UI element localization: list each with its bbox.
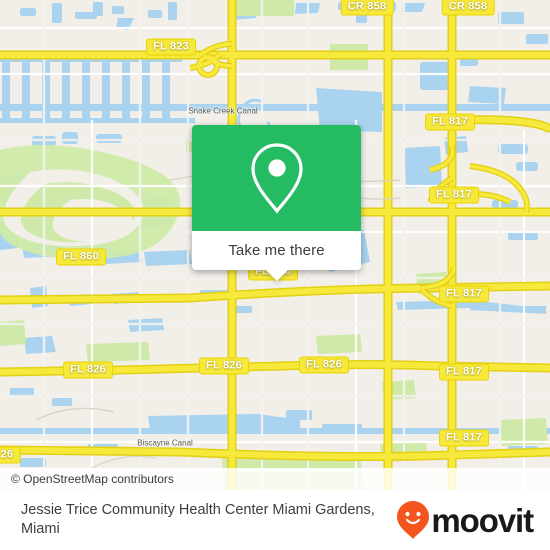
road-shield: FL 817 <box>439 429 489 447</box>
road-shield: FL 817 <box>425 113 475 131</box>
popup-header <box>192 125 361 231</box>
road-shield: FL 826 <box>299 356 349 374</box>
road-shield: FL 817 <box>439 285 489 303</box>
water-label: Snake Creek Canal <box>188 106 258 116</box>
footer-bar: Jessie Trice Community Health Center Mia… <box>0 490 550 550</box>
road-shield: CR 858 <box>340 0 394 16</box>
road-shield: FL 823 <box>146 38 196 56</box>
map-attribution-bar: © OpenStreetMap contributors <box>0 468 550 490</box>
map-pin-icon <box>250 143 303 214</box>
water-label: Biscayne Canal <box>137 438 193 448</box>
moovit-logo[interactable]: moovit <box>396 500 534 540</box>
moovit-map-screenshot: CR 858 CR 858 FL 823 FL 817 FL 817 FL 860 FL 8… <box>0 0 550 550</box>
road-shield: 26 <box>0 446 21 464</box>
map-canvas[interactable]: CR 858 CR 858 FL 823 FL 817 FL 817 FL 860 FL 8… <box>0 0 550 490</box>
road-shield: FL 826 <box>199 357 249 375</box>
road-shield: FL 817 <box>429 186 479 204</box>
place-title: Jessie Trice Community Health Center Mia… <box>21 502 375 537</box>
attribution-text[interactable]: © OpenStreetMap contributors <box>0 472 174 486</box>
road-shield: FL 860 <box>56 248 106 266</box>
moovit-smiley-pin-icon <box>397 501 430 539</box>
popup-tail <box>265 270 288 281</box>
take-me-there-button[interactable]: Take me there <box>192 231 361 270</box>
location-popup-card[interactable]: Take me there <box>192 125 361 281</box>
moovit-wordmark: moovit <box>431 501 534 539</box>
road-shield: FL 826 <box>63 361 113 379</box>
take-me-there-label: Take me there <box>228 242 325 259</box>
road-shield: CR 858 <box>441 0 495 16</box>
road-shield: FL 817 <box>439 363 489 381</box>
